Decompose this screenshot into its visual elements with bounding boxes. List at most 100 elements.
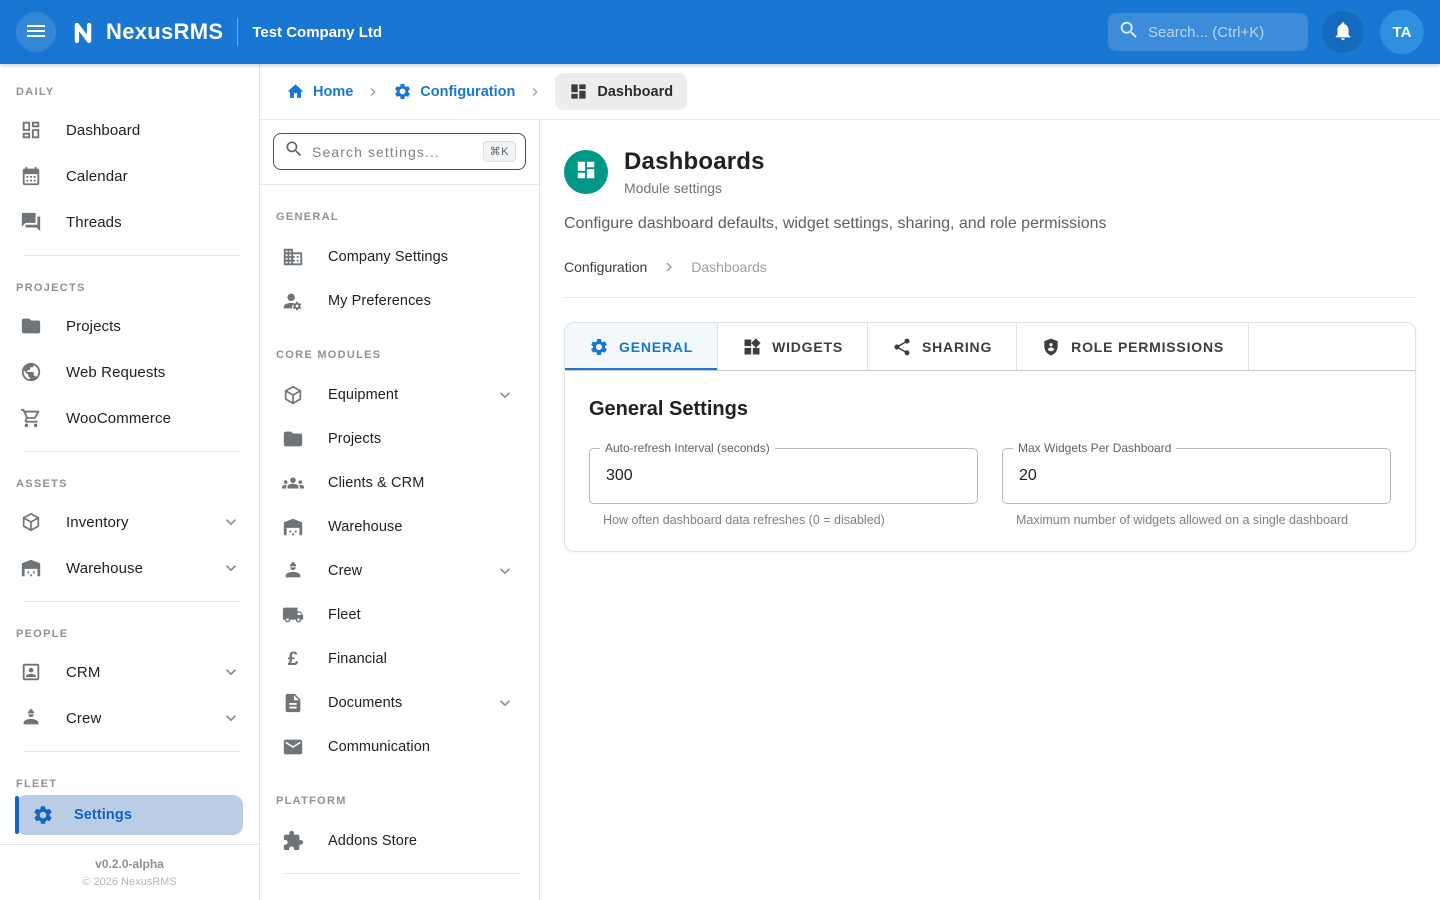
fields: Auto-refresh Interval (seconds)How often… (589, 448, 1391, 527)
nav-item-label: Company Settings (328, 249, 448, 265)
main-content: Dashboards Module settings Configure das… (540, 120, 1440, 900)
nav-item-label: Documents (328, 695, 402, 711)
breadcrumb-home[interactable]: Home (286, 82, 353, 101)
nav-item-label: Inventory (66, 514, 129, 531)
home-icon (286, 82, 305, 101)
nav-item-label: CRM (66, 664, 100, 681)
field-label: Max Widgets Per Dashboard (1013, 441, 1176, 455)
tab-bar: GENERAL WIDGETS SHARING ROLE PERMISSIONS (565, 323, 1415, 371)
gear-icon (589, 337, 609, 357)
nav-item-label: Warehouse (328, 519, 403, 535)
settings-search[interactable]: ⌘K (273, 133, 526, 170)
tab-label: WIDGETS (772, 339, 843, 355)
engineer-icon (20, 707, 42, 729)
nav-section-label-daily: DAILY (0, 70, 259, 107)
chevron-down-icon (495, 693, 515, 713)
box-icon (282, 384, 304, 406)
settings-nav-item-documents[interactable]: Documents (260, 681, 539, 725)
field-input-max-widgets-per-dashboard[interactable] (1003, 467, 1390, 485)
breadcrumb-label: Configuration (420, 84, 515, 100)
settings-nav-item-communication[interactable]: Communication (260, 725, 539, 769)
tab-role-permissions[interactable]: ROLE PERMISSIONS (1017, 323, 1249, 370)
field-label: Auto-refresh Interval (seconds) (600, 441, 775, 455)
sidebar-item-web-requests[interactable]: Web Requests (0, 349, 259, 395)
box-icon (20, 511, 42, 533)
sidebar-settings-label: Settings (74, 807, 132, 823)
sidebar-item-warehouse[interactable]: Warehouse (0, 545, 259, 591)
sidebar-item-crew[interactable]: Crew (0, 695, 259, 741)
contact-card-icon (20, 661, 42, 683)
copyright: © 2026 NexusRMS (0, 876, 259, 888)
breadcrumb-label: Dashboard (597, 84, 673, 100)
sidebar-item-inventory[interactable]: Inventory (0, 499, 259, 545)
sidebar-item-calendar[interactable]: Calendar (0, 153, 259, 199)
sidebar-item-settings[interactable]: Settings (16, 795, 243, 835)
sidebar-item-woocommerce[interactable]: WooCommerce (0, 395, 259, 441)
sidebar: DAILYDashboardCalendarThreadsPROJECTSPro… (0, 64, 260, 900)
topbar-divider (237, 18, 238, 46)
sidebar-item-crm[interactable]: CRM (0, 649, 259, 695)
breadcrumb-dashboard[interactable]: Dashboard (555, 73, 687, 110)
field-input-auto-refresh-interval-seconds[interactable] (590, 467, 977, 485)
settings-nav-item-crew[interactable]: Crew (260, 549, 539, 593)
tab-label: ROLE PERMISSIONS (1071, 339, 1224, 355)
settings-search-input[interactable] (312, 144, 475, 160)
nav-item-label: Crew (328, 563, 362, 579)
module-avatar (564, 150, 608, 194)
divider (24, 601, 239, 602)
folder-icon (282, 428, 304, 450)
tab-widgets[interactable]: WIDGETS (718, 323, 868, 370)
shield-icon (1041, 337, 1061, 357)
global-search-input[interactable] (1148, 24, 1298, 41)
groups-icon (282, 472, 304, 494)
global-search[interactable] (1108, 13, 1308, 51)
chevron-down-icon (221, 512, 241, 532)
settings-nav-item-fleet[interactable]: Fleet (260, 593, 539, 637)
settings-nav-item-warehouse[interactable]: Warehouse (260, 505, 539, 549)
search-icon (1118, 19, 1140, 46)
user-avatar[interactable]: TA (1380, 10, 1424, 54)
tab-general[interactable]: GENERAL (565, 323, 718, 370)
divider (284, 873, 519, 874)
cart-icon (20, 407, 42, 429)
sidebar-item-threads[interactable]: Threads (0, 199, 259, 245)
globe-icon (20, 361, 42, 383)
nav-section-label-general: GENERAL (260, 185, 539, 235)
module-breadcrumb-parent[interactable]: Configuration (564, 259, 647, 275)
sidebar-item-projects[interactable]: Projects (0, 303, 259, 349)
breadcrumb-configuration[interactable]: Configuration (393, 82, 515, 101)
chevron-right-icon (527, 84, 543, 100)
nav-item-label: Fleet (328, 607, 361, 623)
settings-nav-item-company-settings[interactable]: Company Settings (260, 235, 539, 279)
bell-icon (1332, 20, 1354, 45)
nav-item-label: Communication (328, 739, 430, 755)
puzzle-icon (282, 830, 304, 852)
menu-button[interactable] (16, 12, 56, 52)
page-description: Configure dashboard defaults, widget set… (564, 215, 1416, 233)
settings-nav-item-addons-store[interactable]: Addons Store (260, 819, 539, 863)
app-version: v0.2.0-alpha (0, 857, 259, 871)
tab-sharing[interactable]: SHARING (868, 323, 1017, 370)
nav-item-label: Financial (328, 651, 387, 667)
settings-nav-item-financial[interactable]: £Financial (260, 637, 539, 681)
warehouse-icon (282, 516, 304, 538)
settings-nav-item-my-preferences[interactable]: My Preferences (260, 279, 539, 323)
notifications-button[interactable] (1322, 11, 1364, 53)
search-icon (284, 139, 304, 164)
company-name: Test Company Ltd (252, 24, 382, 41)
brand-name: NexusRMS (106, 19, 223, 45)
settings-nav-item-clients-crm[interactable]: Clients & CRM (260, 461, 539, 505)
nav-item-label: Crew (66, 710, 101, 727)
chevron-right-icon (660, 258, 678, 276)
sidebar-item-dashboard[interactable]: Dashboard (0, 107, 259, 153)
dashboard-icon (575, 159, 597, 186)
brand-logo-icon (68, 17, 98, 47)
gear-icon (393, 82, 412, 101)
settings-nav-item-equipment[interactable]: Equipment (260, 373, 539, 417)
settings-nav-item-projects[interactable]: Projects (260, 417, 539, 461)
nav-item-label: Warehouse (66, 560, 143, 577)
settings-card: GENERAL WIDGETS SHARING ROLE PERMISSIONS Ge… (564, 322, 1416, 552)
topbar: NexusRMS Test Company Ltd TA (0, 0, 1440, 64)
section-heading: General Settings (589, 398, 1391, 421)
chevron-down-icon (221, 662, 241, 682)
